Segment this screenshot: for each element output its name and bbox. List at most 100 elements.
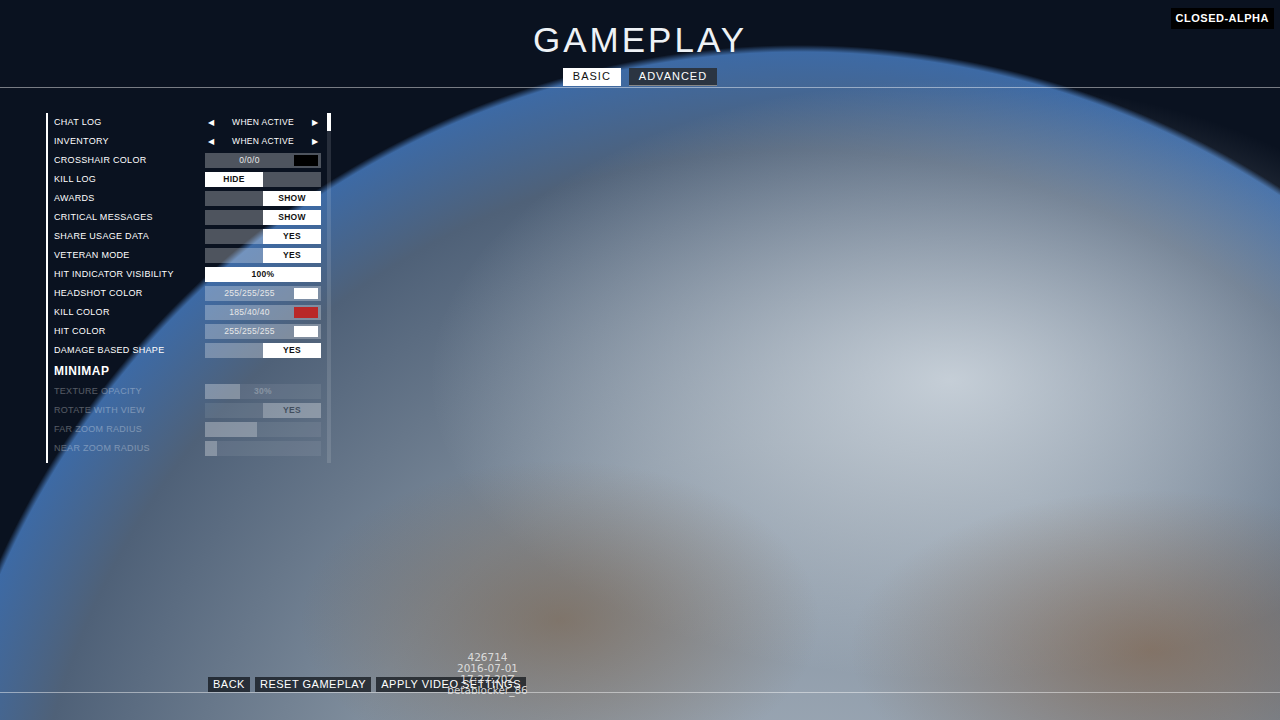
- toggle-right[interactable]: SHOW: [263, 210, 321, 225]
- toggle-switch[interactable]: YES: [205, 248, 321, 263]
- toggle-right[interactable]: YES: [263, 229, 321, 244]
- setting-row: VETERAN MODE YES: [48, 246, 331, 265]
- tab-bar: BASIC ADVANCED: [0, 68, 1280, 86]
- slider-track[interactable]: 30%: [205, 384, 321, 399]
- toggle-right[interactable]: YES: [263, 403, 321, 418]
- toggle-left[interactable]: [205, 403, 263, 418]
- selector-value: WHEN ACTIVE: [217, 134, 309, 149]
- footer-button[interactable]: BACK: [208, 677, 250, 692]
- toggle-switch[interactable]: YES: [205, 343, 321, 358]
- setting-row: CRITICAL MESSAGES SHOW: [48, 208, 331, 227]
- scroll-thumb[interactable]: [327, 113, 331, 131]
- toggle-right[interactable]: SHOW: [263, 191, 321, 206]
- setting-row: ROTATE WITH VIEW YES: [48, 401, 331, 420]
- setting-row: DAMAGE BASED SHAPE YES: [48, 341, 331, 360]
- setting-label: HIT COLOR: [54, 325, 205, 339]
- toggle-switch[interactable]: YES: [205, 229, 321, 244]
- toggle-left[interactable]: [205, 343, 263, 358]
- setting-label: CHAT LOG: [54, 116, 205, 130]
- header: GAMEPLAY BASIC ADVANCED: [0, 0, 1280, 88]
- toggle-right[interactable]: YES: [263, 343, 321, 358]
- setting-label: CROSSHAIR COLOR: [54, 154, 205, 168]
- color-swatch: [294, 326, 318, 337]
- slider-track[interactable]: 100%: [205, 267, 321, 282]
- footer-button[interactable]: RESET GAMEPLAY: [255, 677, 371, 692]
- setting-row: KILL LOGHIDE: [48, 170, 331, 189]
- slider-fill: [205, 422, 257, 437]
- settings-list: CHAT LOG◀WHEN ACTIVE▶INVENTORY◀WHEN ACTI…: [46, 113, 331, 463]
- slider-track[interactable]: [205, 422, 321, 437]
- setting-row: HEADSHOT COLOR255/255/255: [48, 284, 331, 303]
- earth-background: [0, 0, 1280, 720]
- selector-value: WHEN ACTIVE: [217, 115, 309, 130]
- color-swatch: [294, 307, 318, 318]
- settings-screen: GAMEPLAY BASIC ADVANCED CHAT LOG◀WHEN ACTIV…: [0, 0, 1280, 720]
- setting-label: NEAR ZOOM RADIUS: [54, 442, 205, 456]
- toggle-left[interactable]: [205, 191, 263, 206]
- color-picker[interactable]: 185/40/40: [205, 305, 321, 320]
- toggle-left[interactable]: HIDE: [205, 172, 263, 187]
- setting-row: CROSSHAIR COLOR0/0/0: [48, 151, 331, 170]
- content: GAMEPLAY BASIC ADVANCED CHAT LOG◀WHEN ACTIV…: [0, 0, 1280, 720]
- color-value: 185/40/40: [205, 305, 294, 320]
- settings-area: CHAT LOG◀WHEN ACTIVE▶INVENTORY◀WHEN ACTI…: [0, 113, 1280, 463]
- next-arrow-icon[interactable]: ▶: [309, 115, 321, 130]
- color-picker[interactable]: 255/255/255: [205, 324, 321, 339]
- setting-label: CRITICAL MESSAGES: [54, 211, 205, 225]
- footer-button[interactable]: APPLY VIDEO SETTINGS: [376, 677, 526, 692]
- setting-row: TEXTURE OPACITY30%: [48, 382, 331, 401]
- color-picker[interactable]: 0/0/0: [205, 153, 321, 168]
- prev-arrow-icon[interactable]: ◀: [205, 115, 217, 130]
- watermark-line: 426714: [410, 652, 565, 663]
- setting-label: VETERAN MODE: [54, 249, 205, 263]
- setting-label: AWARDS: [54, 192, 205, 206]
- setting-label: ROTATE WITH VIEW: [54, 404, 205, 418]
- setting-label: FAR ZOOM RADIUS: [54, 423, 205, 437]
- setting-row: INVENTORY◀WHEN ACTIVE▶: [48, 132, 331, 151]
- footer-bar: BACK RESET GAMEPLAY APPLY VIDEO SETTINGS: [0, 677, 1280, 693]
- option-selector[interactable]: ◀WHEN ACTIVE▶: [205, 115, 321, 130]
- color-value: 255/255/255: [205, 286, 294, 301]
- slider-fill: [205, 441, 217, 456]
- setting-label: HIT INDICATOR VISIBILITY: [54, 268, 205, 282]
- color-swatch: [294, 155, 318, 166]
- build-badge: CLOSED-ALPHA: [1171, 8, 1274, 29]
- toggle-left[interactable]: [205, 210, 263, 225]
- setting-row: FAR ZOOM RADIUS: [48, 420, 331, 439]
- setting-row: AWARDS SHOW: [48, 189, 331, 208]
- toggle-switch[interactable]: YES: [205, 403, 321, 418]
- toggle-right[interactable]: [263, 172, 321, 187]
- color-swatch: [294, 288, 318, 299]
- section-title: MINIMAP: [54, 362, 110, 380]
- color-picker[interactable]: 255/255/255: [205, 286, 321, 301]
- setting-row: NEAR ZOOM RADIUS: [48, 439, 331, 458]
- option-selector[interactable]: ◀WHEN ACTIVE▶: [205, 134, 321, 149]
- setting-row: HIT COLOR255/255/255: [48, 322, 331, 341]
- watermark-line: 2016-07-01: [410, 663, 565, 674]
- color-value: 0/0/0: [205, 153, 294, 168]
- slider-reading: 100%: [205, 267, 321, 282]
- toggle-right[interactable]: YES: [263, 248, 321, 263]
- setting-row: SHARE USAGE DATA YES: [48, 227, 331, 246]
- prev-arrow-icon[interactable]: ◀: [205, 134, 217, 149]
- slider-fill: [205, 384, 240, 399]
- toggle-switch[interactable]: HIDE: [205, 172, 321, 187]
- color-value: 255/255/255: [205, 324, 294, 339]
- setting-label: SHARE USAGE DATA: [54, 230, 205, 244]
- setting-label: KILL COLOR: [54, 306, 205, 320]
- tab[interactable]: ADVANCED: [629, 68, 717, 86]
- slider-track[interactable]: [205, 441, 321, 456]
- tab[interactable]: BASIC: [563, 68, 621, 86]
- setting-row: KILL COLOR185/40/40: [48, 303, 331, 322]
- toggle-left[interactable]: [205, 229, 263, 244]
- section-header: MINIMAP: [48, 360, 331, 382]
- toggle-switch[interactable]: SHOW: [205, 191, 321, 206]
- page-title: GAMEPLAY: [0, 20, 1280, 60]
- scrollbar[interactable]: [327, 113, 331, 463]
- setting-label: TEXTURE OPACITY: [54, 385, 205, 399]
- setting-row: HIT INDICATOR VISIBILITY100%: [48, 265, 331, 284]
- setting-label: DAMAGE BASED SHAPE: [54, 344, 205, 358]
- toggle-left[interactable]: [205, 248, 263, 263]
- next-arrow-icon[interactable]: ▶: [309, 134, 321, 149]
- toggle-switch[interactable]: SHOW: [205, 210, 321, 225]
